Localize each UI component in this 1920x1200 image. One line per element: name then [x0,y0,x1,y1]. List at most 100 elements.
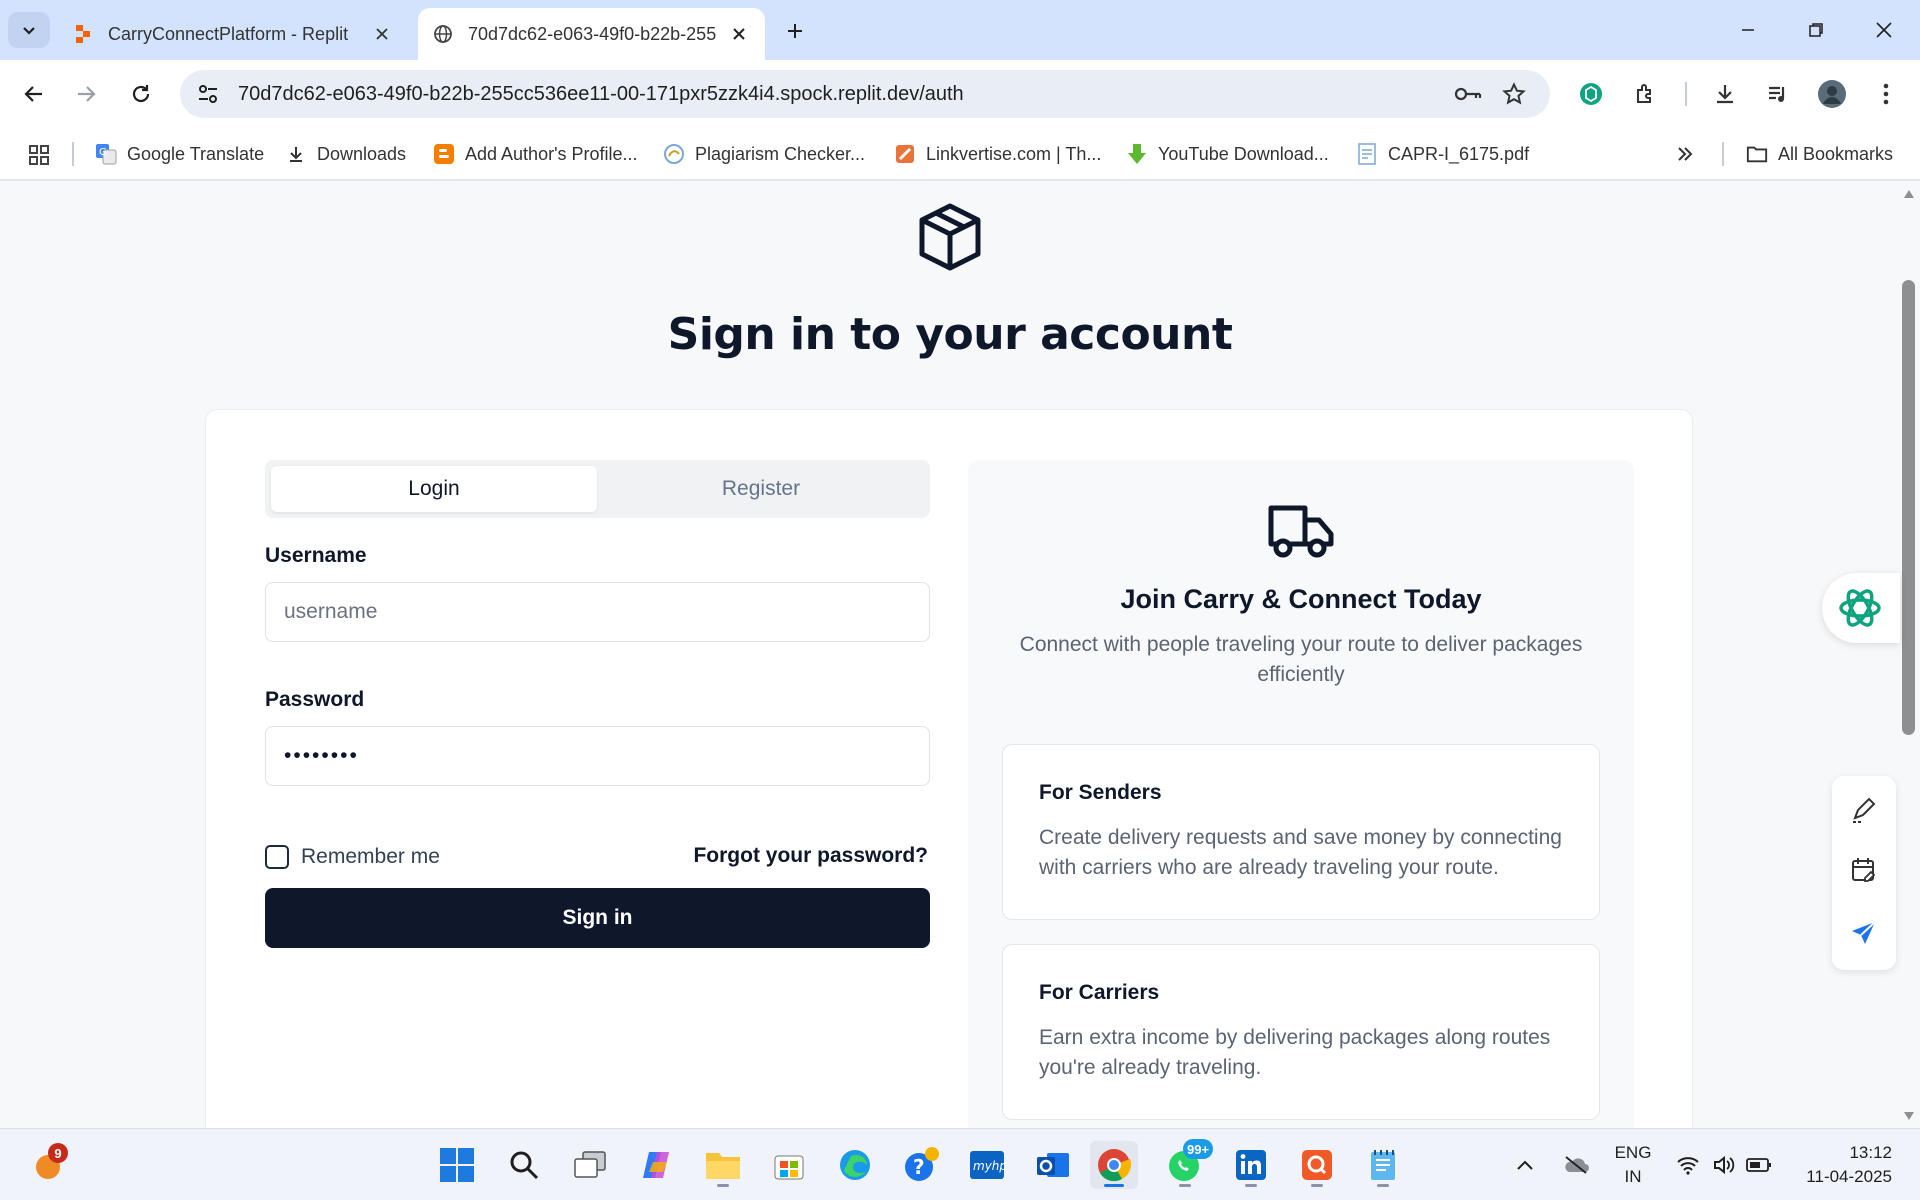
download-icon[interactable] [1705,74,1745,114]
scrollbar-thumb[interactable] [1902,280,1915,735]
url-text[interactable]: 70d7dc62-e063-49f0-b22b-255cc536ee11-00-… [238,83,964,106]
apps-grid-icon[interactable] [24,140,54,170]
media-control-icon[interactable] [1758,74,1798,114]
chrome-app[interactable] [1090,1141,1138,1189]
package-logo-icon [914,201,986,273]
password-label: Password [265,688,365,711]
arrow-right-icon [78,86,96,102]
unread-badge: 99+ [1183,1139,1214,1159]
reload-button[interactable] [121,74,161,114]
promo-panel: Join Carry & Connect Today Connect with … [968,460,1634,1128]
bookmark-pdf[interactable]: CAPR-I_6175.pdf [1356,138,1529,170]
tab-auth-page[interactable]: 70d7dc62-e063-49f0-b22b-255 [418,8,765,60]
edge-app[interactable] [831,1141,879,1189]
get-help-app[interactable]: ? [897,1141,945,1189]
chevron-down-icon [23,27,35,35]
bookmark-downloads[interactable]: Downloads [285,138,406,170]
language-indicator[interactable]: ENG IN [1608,1141,1658,1189]
svg-text:?: ? [913,1155,925,1179]
chrome-icon [1098,1149,1132,1182]
notepad-app[interactable] [1359,1141,1407,1189]
ai-assistant-button[interactable] [1822,573,1900,643]
whatsapp-app[interactable]: 99+ [1161,1139,1214,1189]
language-code: ENG [1614,1143,1652,1162]
search-button[interactable] [500,1141,548,1189]
more-bookmarks-button[interactable] [1676,138,1694,170]
calendar-edit-icon[interactable] [1844,850,1884,890]
page-title: Sign in to your account [667,309,1233,360]
remember-me[interactable]: Remember me [265,842,440,872]
bookmark-google-translate[interactable]: G Google Translate [95,138,264,170]
q-app[interactable] [1293,1141,1341,1189]
forgot-password-link[interactable]: Forgot your password? [693,844,928,868]
site-info-icon[interactable] [188,74,228,114]
send-arrow-icon[interactable] [1844,914,1884,954]
bookmark-linkvertise[interactable]: Linkvertise.com | Th... [894,138,1101,170]
forward-button[interactable] [66,74,106,114]
back-button[interactable] [14,74,54,114]
clock-date: 11-04-2025 [1806,1167,1892,1186]
bookmark-plagiarism[interactable]: Plagiarism Checker... [663,138,865,170]
feature-card-carriers: For Carriers Earn extra income by delive… [1002,944,1600,1120]
running-indicator [1179,1184,1191,1187]
close-window-button[interactable] [1862,10,1906,50]
username-input[interactable] [265,582,930,642]
weather-widget[interactable]: 9 [24,1141,72,1189]
profile-avatar[interactable] [1812,74,1852,114]
reload-icon [132,85,150,103]
pdf-icon [1356,143,1378,165]
linkedin-app[interactable] [1227,1141,1275,1189]
extensions-puzzle-icon[interactable] [1626,74,1666,114]
all-bookmarks-label: All Bookmarks [1778,143,1894,164]
linkvertise-icon [894,143,916,165]
password-key-icon[interactable] [1448,74,1488,114]
tray-chevron-up-icon[interactable] [1511,1151,1539,1179]
blogger-icon [433,143,455,165]
chatgpt-extension-icon[interactable] [1571,74,1611,114]
copilot-app[interactable] [632,1141,680,1189]
promo-subtitle: Connect with people traveling your route… [1019,633,1583,686]
clock[interactable]: 13:12 11-04-2025 [1782,1141,1892,1189]
tab-login[interactable]: Login [271,466,597,512]
bookmark-add-author[interactable]: Add Author's Profile... [433,138,638,170]
remember-checkbox[interactable] [265,845,289,869]
running-indicator [717,1184,729,1187]
volume-icon[interactable] [1710,1151,1738,1179]
close-icon[interactable] [370,22,394,46]
bookmark-label: CAPR-I_6175.pdf [1388,143,1530,164]
plagiarism-icon [663,143,685,165]
microsoft-store-app[interactable] [765,1141,813,1189]
scroll-up-arrow[interactable] [1903,188,1915,200]
password-input[interactable] [265,726,930,786]
tab-search-button[interactable] [8,12,50,48]
pen-edit-icon[interactable] [1844,790,1884,830]
onedrive-icon[interactable] [1562,1151,1590,1179]
bookmark-youtube-download[interactable]: YouTube Download... [1126,138,1329,170]
start-button[interactable] [433,1141,481,1189]
file-explorer-app[interactable] [699,1141,747,1189]
sign-in-button[interactable]: Sign in [265,888,930,948]
myhp-app[interactable]: myhp [963,1141,1011,1189]
task-view-button[interactable] [566,1141,614,1189]
browser-tab-bar: CarryConnectPlatform - Replit 70d7dc62-e… [0,0,1920,60]
remember-label: Remember me [301,845,440,868]
menu-kebab-icon[interactable] [1866,74,1906,114]
close-icon[interactable] [727,22,751,46]
battery-icon[interactable] [1745,1151,1773,1179]
restore-button[interactable] [1794,10,1838,50]
promo-title: Join Carry & Connect Today [1120,584,1482,614]
double-chevron-right-icon [1678,147,1693,161]
new-tab-button[interactable] [778,14,812,48]
bookmark-star-icon[interactable] [1494,74,1534,114]
wifi-icon[interactable] [1674,1151,1702,1179]
address-bar[interactable]: 70d7dc62-e063-49f0-b22b-255cc536ee11-00-… [180,70,1550,118]
scroll-down-arrow[interactable] [1903,1110,1915,1122]
page-viewport: Sign in to your account Login Register U… [0,181,1900,1128]
tab-replit[interactable]: CarryConnectPlatform - Replit [58,8,408,60]
tab-register[interactable]: Register [598,466,924,512]
feature-card-senders: For Senders Create delivery requests and… [1002,744,1600,920]
all-bookmarks-button[interactable]: All Bookmarks [1746,138,1893,170]
outlook-app[interactable] [1029,1141,1077,1189]
minimize-button[interactable] [1726,10,1770,50]
windows-icon [440,1148,474,1182]
